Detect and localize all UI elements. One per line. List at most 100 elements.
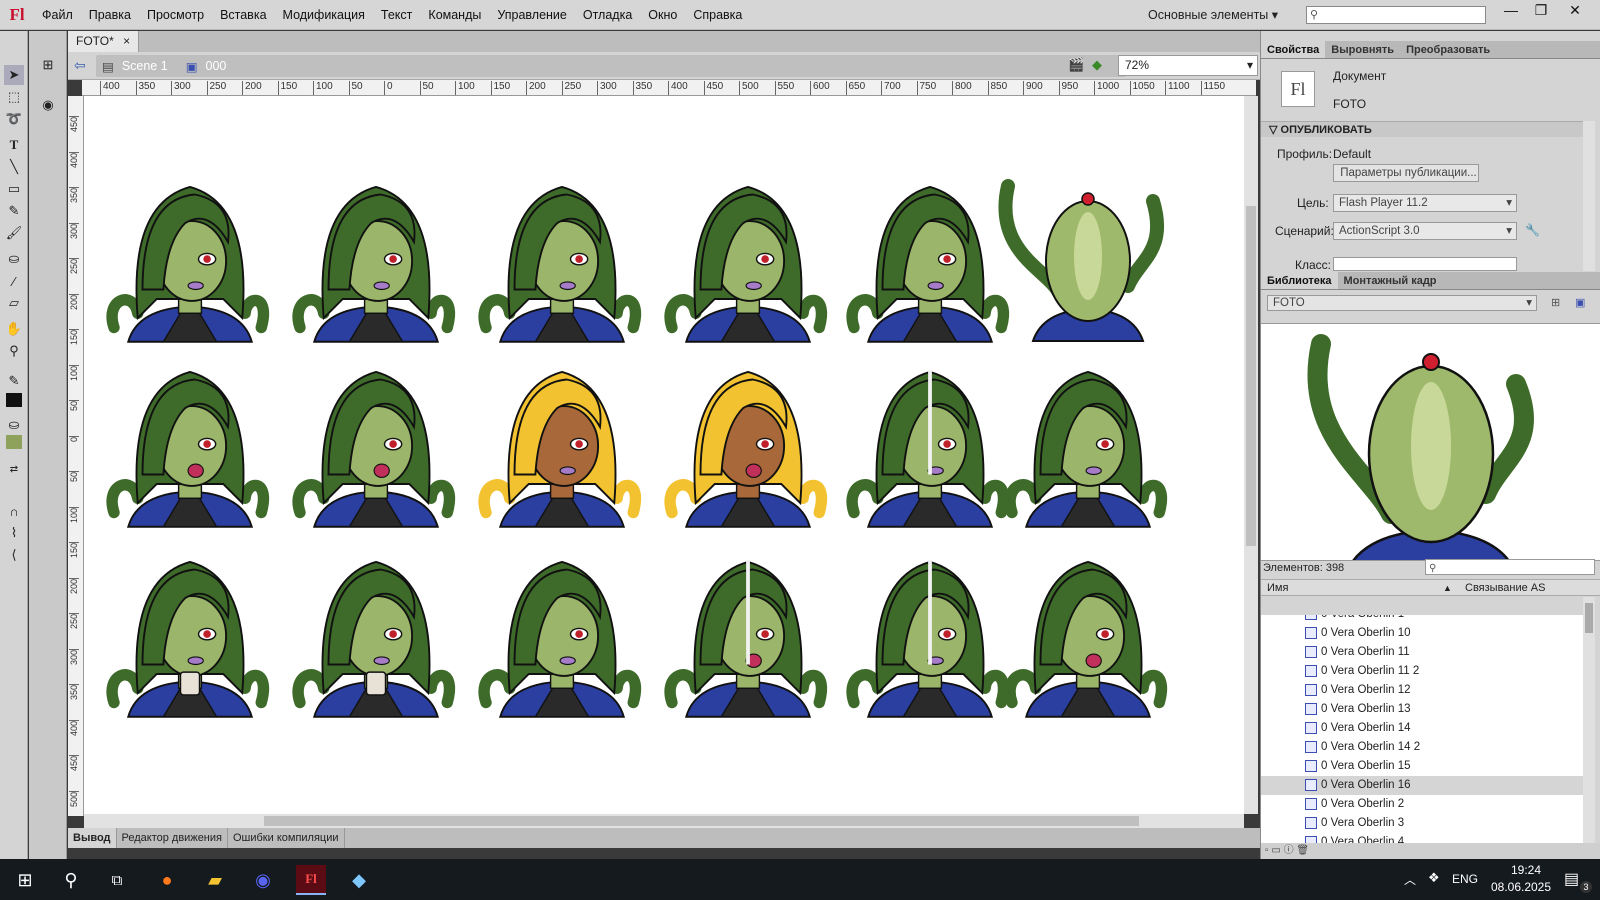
- line-tool-icon[interactable]: ╲: [4, 157, 24, 177]
- scroll-thumb[interactable]: [264, 816, 1139, 826]
- edit-scene-icon[interactable]: 🎬: [1068, 57, 1084, 73]
- free-transform-icon[interactable]: ⬚: [4, 87, 24, 107]
- minimize-icon[interactable]: —: [1496, 0, 1526, 22]
- scroll-thumb[interactable]: [1246, 206, 1256, 546]
- eyedropper-icon[interactable]: ⁄: [4, 271, 24, 291]
- rectangle-tool-icon[interactable]: ▭: [4, 179, 24, 199]
- breadcrumb-scene[interactable]: Scene 1: [122, 59, 168, 73]
- file-explorer-icon[interactable]: ▰: [200, 865, 230, 895]
- menu-modify[interactable]: Модификация: [275, 0, 373, 30]
- library-scrollbar[interactable]: [1583, 597, 1595, 843]
- fill-swatch[interactable]: [6, 435, 22, 449]
- publish-settings-button[interactable]: Параметры публикации...: [1333, 164, 1479, 182]
- menu-text[interactable]: Текст: [373, 0, 420, 30]
- timeline-icon[interactable]: ⊞: [38, 55, 58, 75]
- library-item[interactable]: 0 Vera Oberlin 14 2: [1261, 738, 1583, 757]
- menu-control[interactable]: Управление: [489, 0, 575, 30]
- menu-window[interactable]: Окно: [640, 0, 685, 30]
- col-linkage[interactable]: Связывание AS: [1465, 580, 1545, 596]
- properties-icon[interactable]: ⓘ: [1284, 845, 1294, 856]
- swap-colors-icon[interactable]: ⇄: [4, 459, 24, 479]
- menu-help[interactable]: Справка: [685, 0, 750, 30]
- search-icon[interactable]: ⚲: [56, 865, 86, 895]
- publish-section-header[interactable]: ▽ ОПУБЛИКОВАТЬ: [1261, 121, 1583, 137]
- discord-icon[interactable]: ◉: [248, 865, 278, 895]
- close-icon[interactable]: ✕: [1560, 0, 1590, 22]
- library-item[interactable]: 0 Vera Oberlin 10: [1261, 624, 1583, 643]
- library-item[interactable]: 0 Vera Oberlin 15: [1261, 757, 1583, 776]
- close-icon[interactable]: ×: [123, 34, 130, 48]
- lasso-icon[interactable]: ➰: [4, 109, 24, 129]
- fill-color-icon[interactable]: ⛀: [4, 415, 24, 435]
- new-library-icon[interactable]: ▣: [1575, 296, 1585, 309]
- edit-symbol-icon[interactable]: ◆: [1092, 57, 1102, 73]
- horizontal-scrollbar[interactable]: [84, 814, 1244, 828]
- tab-motion-editor[interactable]: Редактор движения: [117, 828, 228, 848]
- target-select[interactable]: Flash Player 11.2 ▾: [1333, 194, 1517, 212]
- library-item[interactable]: 0 Vera Oberlin 16: [1261, 776, 1583, 795]
- stroke-color-icon[interactable]: ✎: [4, 371, 24, 391]
- chevron-up-icon[interactable]: ︿: [1404, 871, 1416, 888]
- stroke-swatch[interactable]: [6, 393, 22, 407]
- zoom-icon[interactable]: ⚲: [4, 341, 24, 361]
- notification-icon[interactable]: ▤: [1564, 869, 1579, 889]
- vertical-scrollbar[interactable]: [1244, 96, 1258, 814]
- tab-compiler-errors[interactable]: Ошибки компиляции: [228, 828, 345, 848]
- dropbox-icon[interactable]: ❖: [1428, 870, 1440, 886]
- new-symbol-icon[interactable]: ▫: [1265, 845, 1269, 856]
- flash-app-icon[interactable]: Fl: [296, 865, 326, 895]
- menu-file[interactable]: Файл: [34, 0, 81, 30]
- brush-icon[interactable]: 🖌: [4, 223, 24, 243]
- color-panel-icon[interactable]: ◉: [38, 95, 58, 115]
- pencil-icon[interactable]: ✎: [4, 201, 24, 221]
- windows-start-icon[interactable]: ⊞: [10, 865, 40, 895]
- library-item[interactable]: 0 Vera Oberlin 14: [1261, 719, 1583, 738]
- wrench-icon[interactable]: 🔧: [1525, 223, 1540, 237]
- tab-motion-frame[interactable]: Монтажный кадр: [1338, 272, 1443, 289]
- text-tool-icon[interactable]: T: [4, 135, 24, 155]
- clock-time[interactable]: 19:24: [1496, 863, 1556, 877]
- breadcrumb-symbol[interactable]: 000: [206, 59, 227, 73]
- stage-canvas[interactable]: [84, 96, 1244, 814]
- library-item[interactable]: 0 Vera Oberlin 1: [1261, 615, 1583, 624]
- menu-insert[interactable]: Вставка: [212, 0, 274, 30]
- straighten-icon[interactable]: ⟨: [4, 545, 24, 565]
- paint-bucket-icon[interactable]: ⛀: [4, 249, 24, 269]
- eraser-icon[interactable]: ▱: [4, 293, 24, 313]
- tab-output[interactable]: Вывод: [68, 828, 117, 848]
- class-input[interactable]: [1333, 257, 1517, 271]
- new-folder-icon[interactable]: ▭: [1271, 845, 1280, 856]
- notepad-icon[interactable]: ◆: [344, 865, 374, 895]
- library-search-input[interactable]: ⚲: [1425, 559, 1595, 575]
- menu-commands[interactable]: Команды: [420, 0, 489, 30]
- tab-properties[interactable]: Свойства: [1261, 41, 1326, 58]
- pin-library-icon[interactable]: ⊞: [1551, 296, 1560, 309]
- snap-magnet-icon[interactable]: ∩: [4, 501, 24, 521]
- back-arrow-icon[interactable]: ⇦: [74, 57, 86, 74]
- menu-view[interactable]: Просмотр: [139, 0, 212, 30]
- scroll-thumb[interactable]: [1585, 603, 1593, 633]
- script-select[interactable]: ActionScript 3.0 ▾: [1333, 222, 1517, 240]
- workspace-switcher[interactable]: Основные элементы ▾: [1148, 0, 1278, 30]
- tab-transform[interactable]: Преобразовать: [1400, 41, 1496, 58]
- menu-edit[interactable]: Правка: [81, 0, 139, 30]
- library-item[interactable]: 0 Vera Oberlin 13: [1261, 700, 1583, 719]
- delete-icon[interactable]: 🗑: [1296, 845, 1309, 856]
- library-item[interactable]: 0 Vera Oberlin 12: [1261, 681, 1583, 700]
- firefox-icon[interactable]: ●: [152, 865, 182, 895]
- task-view-icon[interactable]: ⧉: [102, 865, 132, 895]
- selection-tool-icon[interactable]: ➤: [4, 65, 24, 85]
- library-item[interactable]: 0 Vera Oberlin 11 2: [1261, 662, 1583, 681]
- zoom-select[interactable]: 72% ▾: [1118, 55, 1258, 76]
- col-name[interactable]: Имя: [1267, 580, 1288, 596]
- library-item[interactable]: 0 Vera Oberlin 2: [1261, 795, 1583, 814]
- clock-date[interactable]: 08.06.2025: [1486, 880, 1556, 894]
- help-search-input[interactable]: ⚲: [1306, 6, 1486, 24]
- menu-debug[interactable]: Отладка: [575, 0, 640, 30]
- library-item[interactable]: 0 Vera Oberlin 3: [1261, 814, 1583, 833]
- document-tab[interactable]: FOTO* ×: [68, 31, 140, 52]
- library-source-select[interactable]: FOTO ▾: [1267, 295, 1537, 311]
- smooth-icon[interactable]: ⌇: [4, 523, 24, 543]
- tab-align[interactable]: Выровнять: [1325, 41, 1400, 58]
- tab-library[interactable]: Библиотека: [1261, 272, 1338, 289]
